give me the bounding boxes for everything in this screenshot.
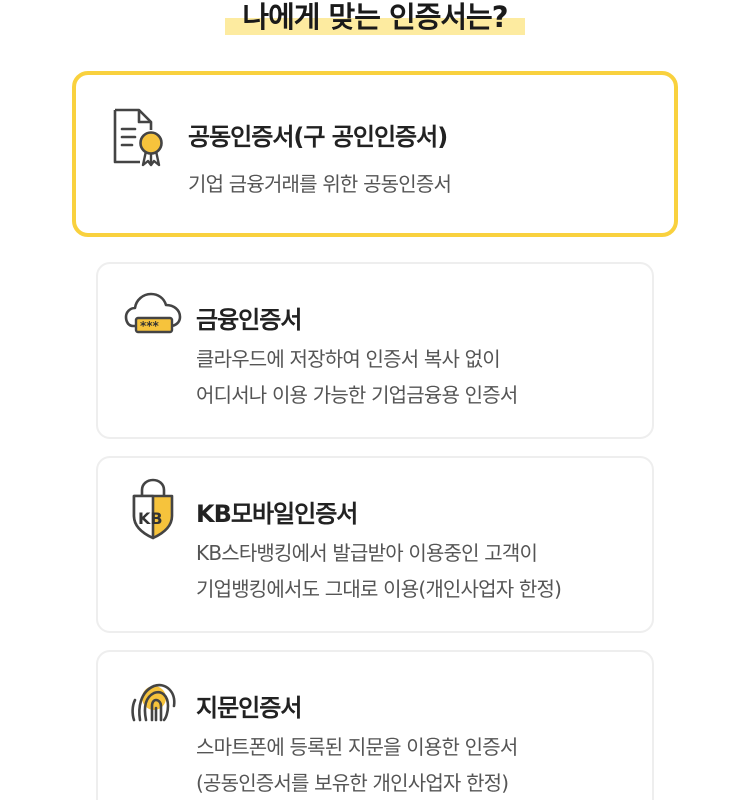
certificate-card-financial[interactable]: *** 금융인증서 클라우드에 저장하여 인증서 복사 없이 어디서나 이용 가… bbox=[96, 262, 654, 439]
certificate-card-joint[interactable]: 공동인증서(구 공인인증서) 기업 금융거래를 위한 공동인증서 bbox=[72, 71, 678, 237]
cloud-password-icon: *** bbox=[124, 292, 182, 334]
kb-shield-lock-icon: KB bbox=[132, 478, 174, 540]
certificate-card-kb[interactable]: KB KB모바일인증서 KB스타뱅킹에서 발급받아 이용중인 고객이 기업뱅킹에… bbox=[96, 456, 654, 633]
description-line: 클라우드에 저장하여 인증서 복사 없이 bbox=[196, 347, 501, 371]
certificate-title: 금융인증서 bbox=[196, 306, 302, 334]
description-line: 스마트폰에 등록된 지문을 이용한 인증서 bbox=[196, 735, 518, 759]
description-line: 기업뱅킹에서도 그대로 이용(개인사업자 한정) bbox=[196, 577, 562, 601]
description-line: 어디서나 이용 가능한 기업금융용 인증서 bbox=[196, 383, 518, 407]
certificate-title: 지문인증서 bbox=[196, 694, 302, 722]
certificate-title: KB모바일인증서 bbox=[196, 500, 358, 528]
certificate-title: 공동인증서(구 공인인증서) bbox=[188, 123, 448, 151]
certificate-card-fingerprint[interactable]: 지문인증서 스마트폰에 등록된 지문을 이용한 인증서 (공동인증서를 보유한 … bbox=[96, 650, 654, 800]
description-line: 기업 금융거래를 위한 공동인증서 bbox=[188, 172, 452, 196]
certificate-description: 기업 금융거래를 위한 공동인증서 bbox=[188, 166, 452, 202]
description-line: (공동인증서를 보유한 개인사업자 한정) bbox=[196, 771, 509, 795]
certificate-selection-page: 나에게 맞는 인증서는? 공동인증서(구 공인인증서) 기업 금융거래를 위한 … bbox=[0, 0, 750, 800]
certificate-document-icon bbox=[113, 108, 163, 167]
certificate-description: 클라우드에 저장하여 인증서 복사 없이 어디서나 이용 가능한 기업금융용 인… bbox=[196, 341, 518, 413]
certificate-description: KB스타뱅킹에서 발급받아 이용중인 고객이 기업뱅킹에서도 그대로 이용(개인… bbox=[196, 535, 562, 607]
svg-text:KB: KB bbox=[138, 509, 163, 528]
svg-text:***: *** bbox=[140, 319, 160, 333]
description-line: KB스타뱅킹에서 발급받아 이용중인 고객이 bbox=[196, 541, 538, 565]
page-title: 나에게 맞는 인증서는? bbox=[242, 0, 508, 34]
certificate-description: 스마트폰에 등록된 지문을 이용한 인증서 (공동인증서를 보유한 개인사업자 … bbox=[196, 729, 518, 800]
title-wrap: 나에게 맞는 인증서는? bbox=[0, 0, 750, 36]
fingerprint-icon bbox=[131, 683, 176, 722]
